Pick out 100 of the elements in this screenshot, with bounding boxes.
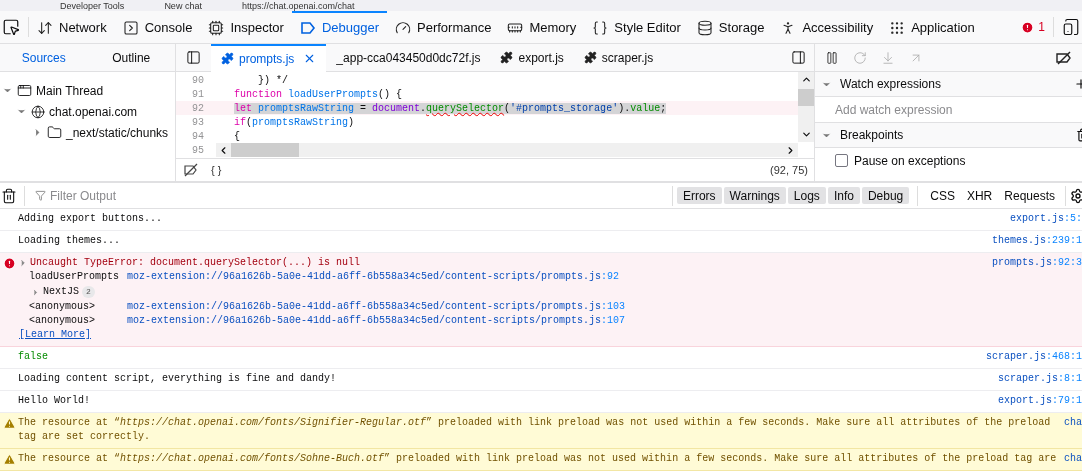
count-badge: 2 [82, 286, 95, 298]
watch-expression-field[interactable]: Add watch expression [815, 97, 1082, 123]
source-link[interactable]: export.js:79:1 [997, 395, 1082, 406]
database-icon [696, 20, 713, 36]
line-number: 93 [191, 115, 205, 130]
file-tab[interactable]: _app-cca043450d0dc72f.js [326, 43, 491, 72]
scrollbar[interactable] [216, 143, 798, 157]
trash-icon[interactable] [1, 187, 17, 204]
line-number: 91 [191, 87, 205, 102]
filter-button[interactable]: Logs [787, 187, 826, 204]
message-text: Adding export buttons... [18, 212, 164, 226]
tree-item[interactable]: _next/static/chunks [66, 123, 169, 142]
message-text: Loading content script, everything is fine and dandy! [18, 372, 338, 386]
checkbox[interactable] [835, 154, 848, 167]
tree-item[interactable]: Main Thread [36, 81, 104, 100]
gauge-icon [395, 20, 411, 36]
stack-url[interactable]: moz-extension://96a1626b-5a0e-41dd-a6ff-6b558a34c5ed/content-scripts/prompts.js:107 [127, 314, 626, 328]
source-link[interactable]: prompts.js:92:3 [991, 257, 1082, 268]
section-title[interactable]: Breakpoints [840, 126, 904, 144]
devtools-tab[interactable]: Style Editor [584, 10, 689, 44]
scrollbar[interactable] [798, 72, 814, 142]
file-tab[interactable]: prompts.js [211, 43, 327, 72]
filter-field[interactable]: Filter Output [50, 186, 435, 205]
grid-dots-icon [889, 20, 906, 36]
filter-button[interactable]: CSS [924, 187, 961, 204]
window-icon [17, 83, 32, 98]
line-number: 95 [191, 143, 205, 158]
error-icon [2, 257, 16, 270]
stack-url[interactable]: moz-extension://96a1626b-5a0e-41dd-a6ff-6b558a34c5ed/content-scripts/prompts.js:103 [127, 300, 626, 314]
message-text: The resource at “https://chat.openai.com/fonts/Signifier-Regular.otf” preloaded with link preload was not used within a few seconds. Make sure all attributes of the preload tag are set correctly. [18, 416, 1052, 444]
stack-function: <anonymous> [29, 314, 96, 328]
source-link[interactable]: cha [1064, 453, 1082, 464]
scrollbar-thumb[interactable] [798, 89, 814, 106]
expand-caret-icon[interactable] [18, 258, 28, 268]
panel-tab[interactable]: Sources [0, 44, 88, 71]
settings-icon[interactable] [1070, 187, 1082, 204]
filter-button[interactable]: Errors [676, 187, 722, 204]
devtools-tab[interactable]: Performance [387, 10, 500, 44]
puzzle-icon [583, 51, 597, 64]
devtools-tab[interactable]: Application [881, 10, 983, 44]
error-count[interactable]: 1 [1038, 18, 1045, 36]
folder-icon [47, 125, 62, 140]
filter-button[interactable]: Info [827, 187, 860, 204]
element-picker-icon[interactable] [2, 18, 20, 36]
stack-function: <anonymous> [29, 300, 96, 314]
braces-icon [592, 20, 609, 36]
message-text: The resource at “https://chat.openai.com/fonts/Sohne-Buch.otf” preloaded with link preload was not used within a few seconds. Make sure all attributes of the preload tag are [18, 452, 1058, 466]
message-text: Hello World! [18, 394, 91, 408]
panel-toggle-icon[interactable] [186, 50, 201, 65]
source-link[interactable]: scraper.js:468:1 [985, 351, 1082, 362]
checkbox-label[interactable]: Pause on exceptions [854, 151, 966, 170]
window-title: New chat [164, 0, 202, 11]
source-link[interactable]: export.js:5: [1009, 213, 1082, 224]
stack-function: loadUserPrompts [29, 270, 120, 284]
filter-button[interactable]: Debug [861, 187, 910, 204]
file-tab[interactable]: scraper.js [573, 43, 664, 72]
line-number: 90 [191, 73, 205, 88]
devtools-tab[interactable]: Network [29, 10, 115, 44]
arrows-icon [37, 20, 53, 36]
devices-icon[interactable] [1062, 18, 1080, 36]
filter-button[interactable]: Warnings [723, 187, 786, 204]
devtools-tab[interactable]: Accessibility [772, 10, 882, 44]
scroll-down-icon[interactable] [800, 129, 812, 140]
error-icon[interactable] [1021, 20, 1035, 34]
line-number: 94 [191, 129, 205, 144]
file-tab[interactable]: export.js [490, 43, 574, 72]
stack-group[interactable]: NextJS [43, 285, 79, 299]
pause-icon[interactable] [825, 50, 839, 65]
source-link[interactable]: cha [1064, 417, 1082, 428]
filter-icon [35, 190, 46, 201]
devtools-tab[interactable]: Storage [688, 10, 773, 44]
expand-caret-icon[interactable] [31, 287, 40, 297]
learn-more-link[interactable]: [Learn More] [19, 329, 91, 340]
code-line: if(promptsRawString) [233, 115, 355, 130]
code-line: { [233, 129, 240, 144]
devtools-tab[interactable]: Console [114, 10, 201, 44]
message-text: false [18, 350, 49, 364]
cursor-position: (92, 75) [770, 162, 808, 178]
code-line: }) */ [257, 73, 288, 88]
message-text: Uncaught TypeError: document.querySelector(...) is null [30, 256, 362, 270]
filter-button[interactable]: Requests [998, 187, 1061, 204]
stack-url[interactable]: moz-extension://96a1626b-5a0e-41dd-a6ff-6b558a34c5ed/content-scripts/prompts.js:92 [127, 270, 620, 284]
source-link[interactable]: themes.js:239:1 [991, 235, 1082, 246]
code-line: function loadUserPrompts() { [233, 87, 403, 102]
tree-item[interactable]: chat.openai.com [49, 102, 138, 121]
panel-tab[interactable]: Outline [87, 44, 175, 71]
globe-icon [31, 104, 45, 119]
window-title: Developer Tools [60, 0, 125, 11]
source-link[interactable]: scraper.js:8:1 [997, 373, 1082, 384]
memory-icon [507, 20, 524, 36]
filter-button[interactable]: XHR [960, 187, 999, 204]
devtools-tab[interactable]: Inspector [200, 10, 292, 44]
scrollbar-thumb[interactable] [231, 143, 299, 157]
console-icon [122, 20, 139, 36]
devtools-tab[interactable]: Memory [499, 10, 585, 44]
tag-icon [299, 20, 316, 36]
window-title: https://chat.openai.com/chat [241, 0, 355, 11]
pretty-print-button[interactable]: { } [211, 161, 222, 179]
panel-toggle-icon[interactable] [791, 50, 806, 65]
chip-icon [208, 20, 225, 36]
